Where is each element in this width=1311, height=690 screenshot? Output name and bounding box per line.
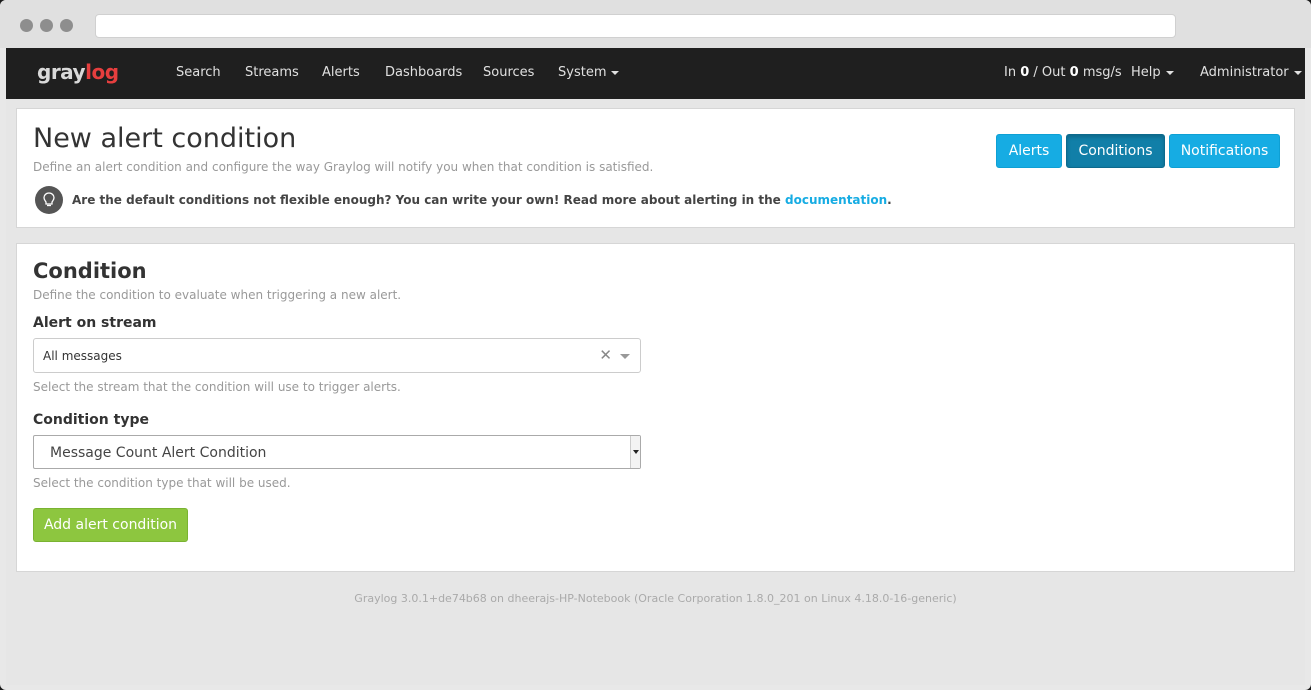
condition-type-value: Message Count Alert Condition: [50, 445, 267, 461]
window-close-dot[interactable]: [20, 19, 33, 32]
page-title: New alert condition: [33, 123, 297, 154]
stream-help-text: Select the stream that the condition wil…: [33, 380, 401, 394]
nav-streams[interactable]: Streams: [245, 65, 299, 80]
top-navbar: graylog Search Streams Alerts Dashboards…: [6, 48, 1305, 99]
browser-chrome: [0, 0, 1311, 48]
section-title: Condition: [33, 259, 147, 283]
custom-conditions-tip: Are the default conditions not flexible …: [72, 193, 892, 207]
browser-window: graylog Search Streams Alerts Dashboards…: [0, 0, 1311, 690]
nav-help-dropdown[interactable]: Help: [1131, 65, 1174, 80]
nav-user-dropdown[interactable]: Administrator: [1200, 65, 1302, 80]
chevron-down-icon[interactable]: [620, 354, 630, 359]
throughput-indicator: In 0 / Out 0 msg/s: [1004, 65, 1122, 80]
clear-icon[interactable]: ✕: [599, 346, 612, 364]
caret-down-icon: [1165, 70, 1174, 75]
stream-select-value: All messages: [43, 349, 122, 363]
caret-down-icon: [1293, 70, 1302, 75]
nav-dashboards[interactable]: Dashboards: [385, 65, 462, 80]
address-bar[interactable]: [95, 14, 1176, 38]
conditions-button[interactable]: Conditions: [1066, 134, 1165, 168]
select-arrow-icon[interactable]: [630, 436, 640, 468]
window-maximize-dot[interactable]: [60, 19, 73, 32]
lightbulb-icon: [35, 186, 63, 214]
condition-type-label: Condition type: [33, 412, 149, 428]
nav-system-dropdown[interactable]: System: [558, 65, 620, 80]
header-panel: New alert condition Define an alert cond…: [16, 108, 1295, 228]
section-description: Define the condition to evaluate when tr…: [33, 288, 402, 302]
window-minimize-dot[interactable]: [40, 19, 53, 32]
page-description: Define an alert condition and configure …: [33, 160, 654, 174]
documentation-link[interactable]: documentation: [785, 193, 887, 207]
condition-panel: Condition Define the condition to evalua…: [16, 243, 1295, 572]
alerts-button[interactable]: Alerts: [996, 134, 1062, 168]
caret-down-icon: [611, 70, 620, 75]
stream-label: Alert on stream: [33, 315, 157, 331]
nav-search[interactable]: Search: [176, 65, 221, 80]
nav-alerts[interactable]: Alerts: [322, 65, 360, 80]
condition-type-select[interactable]: Message Count Alert Condition: [33, 435, 641, 469]
condition-type-help-text: Select the condition type that will be u…: [33, 476, 291, 490]
page-content: New alert condition Define an alert cond…: [6, 99, 1305, 685]
stream-select[interactable]: All messages ✕: [33, 338, 641, 373]
graylog-logo[interactable]: graylog: [37, 60, 119, 84]
nav-sources[interactable]: Sources: [483, 65, 534, 80]
footer-version: Graylog 3.0.1+de74b68 on dheerajs-HP-Not…: [354, 592, 957, 605]
notifications-button[interactable]: Notifications: [1169, 134, 1280, 168]
add-alert-condition-button[interactable]: Add alert condition: [33, 508, 188, 542]
